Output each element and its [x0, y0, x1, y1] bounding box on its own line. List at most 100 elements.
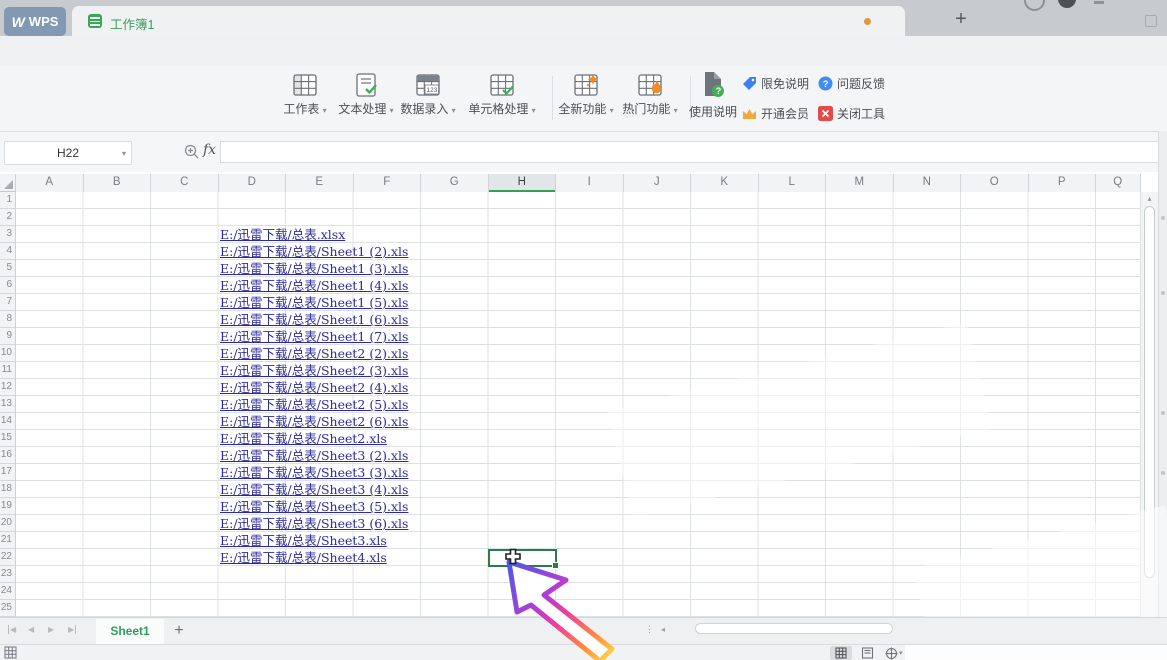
usage-guide-button[interactable]: ? 使用说明	[684, 71, 742, 121]
cell-link-row-10[interactable]: E:/迅雷下载/总表/Sheet2 (2).xls	[220, 345, 408, 362]
column-header-C[interactable]: C	[151, 174, 219, 192]
row-header-1[interactable]: 1	[0, 192, 15, 209]
cell-link-row-19[interactable]: E:/迅雷下载/总表/Sheet3 (5).xls	[220, 498, 408, 515]
column-header-L[interactable]: L	[759, 174, 827, 192]
cell-link-row-20[interactable]: E:/迅雷下载/总表/Sheet3 (6).xls	[220, 515, 408, 532]
row-header-22[interactable]: 22	[0, 549, 15, 566]
cell-link-row-7[interactable]: E:/迅雷下载/总表/Sheet1 (5).xls	[220, 294, 408, 311]
cell-link-row-12[interactable]: E:/迅雷下载/总表/Sheet2 (4).xls	[220, 379, 408, 396]
normal-view-button[interactable]	[830, 646, 852, 660]
cell-link-row-17[interactable]: E:/迅雷下载/总表/Sheet3 (3).xls	[220, 464, 408, 481]
row-header-9[interactable]: 9	[0, 328, 15, 345]
row-header-19[interactable]: 19	[0, 498, 15, 515]
column-header-M[interactable]: M	[826, 174, 894, 192]
last-sheet-icon[interactable]: ▶	[68, 625, 76, 634]
horizontal-scrollbar[interactable]	[680, 623, 895, 634]
column-header-P[interactable]: P	[1029, 174, 1097, 192]
ribbon-data-entry-button[interactable]: 123 数据录入 ▾	[391, 69, 465, 127]
scroll-up-icon[interactable]: ▴	[1141, 194, 1158, 203]
prev-sheet-icon[interactable]: ◀	[28, 625, 34, 634]
row-header-5[interactable]: 5	[0, 260, 15, 277]
column-header-Q[interactable]: Q	[1096, 174, 1141, 192]
formula-input[interactable]	[220, 141, 1161, 163]
ribbon-cell-processing-button[interactable]: 单元格处理 ▾	[459, 69, 545, 127]
cell-link-row-14[interactable]: E:/迅雷下载/总表/Sheet2 (6).xls	[220, 413, 408, 430]
cell-link-row-8[interactable]: E:/迅雷下载/总表/Sheet1 (6).xls	[220, 311, 408, 328]
name-box[interactable]: H22 ▾	[4, 141, 132, 165]
cell-link-row-21[interactable]: E:/迅雷下载/总表/Sheet3.xls	[220, 532, 387, 549]
view-options-caret-icon[interactable]: ▾	[899, 649, 903, 657]
partial-maximize-icon[interactable]	[1145, 15, 1157, 27]
cell-link-row-11[interactable]: E:/迅雷下载/总表/Sheet2 (3).xls	[220, 362, 408, 379]
column-header-H[interactable]: H	[489, 174, 557, 192]
cell-link-row-22[interactable]: E:/迅雷下载/总表/Sheet4.xls	[220, 549, 387, 566]
close-tool-button[interactable]: 关闭工具	[818, 105, 885, 122]
row-header-24[interactable]: 24	[0, 583, 15, 600]
row-header-25[interactable]: 25	[0, 600, 15, 617]
sheet-tab-sheet1[interactable]: Sheet1	[96, 619, 164, 644]
cell-link-row-5[interactable]: E:/迅雷下载/总表/Sheet1 (3).xls	[220, 260, 408, 277]
vertical-scroll-thumb[interactable]	[1144, 206, 1155, 578]
row-header-18[interactable]: 18	[0, 481, 15, 498]
column-header-N[interactable]: N	[894, 174, 962, 192]
first-sheet-icon[interactable]: ◀	[8, 625, 16, 634]
name-box-caret-icon[interactable]: ▾	[122, 149, 126, 158]
column-header-K[interactable]: K	[691, 174, 759, 192]
select-all-corner[interactable]	[0, 174, 16, 192]
page-layout-view-button[interactable]	[856, 646, 878, 660]
row-header-10[interactable]: 10	[0, 345, 15, 362]
row-header-3[interactable]: 3	[0, 226, 15, 243]
row-header-7[interactable]: 7	[0, 294, 15, 311]
horizontal-scroll-thumb[interactable]	[695, 623, 893, 634]
fx-label[interactable]: fx	[203, 142, 216, 158]
row-header-8[interactable]: 8	[0, 311, 15, 328]
row-header-23[interactable]: 23	[0, 566, 15, 583]
vertical-scrollbar[interactable]: ▴	[1140, 192, 1158, 617]
splitter-handle-icon[interactable]: ⋮	[645, 624, 654, 635]
cell-link-row-6[interactable]: E:/迅雷下载/总表/Sheet1 (4).xls	[220, 277, 408, 294]
cell-link-row-4[interactable]: E:/迅雷下载/总表/Sheet1 (2).xls	[220, 243, 408, 260]
row-header-12[interactable]: 12	[0, 379, 15, 396]
column-header-G[interactable]: G	[421, 174, 489, 192]
limited-free-info-button[interactable]: 限免说明	[742, 75, 809, 92]
row-header-13[interactable]: 13	[0, 396, 15, 413]
feedback-button[interactable]: ? 问题反馈	[818, 75, 885, 92]
row-header-6[interactable]: 6	[0, 277, 15, 294]
column-header-J[interactable]: J	[624, 174, 692, 192]
document-tab[interactable]: 工作簿1	[72, 6, 905, 36]
cell-link-row-18[interactable]: E:/迅雷下载/总表/Sheet3 (4).xls	[220, 481, 408, 498]
row-header-17[interactable]: 17	[0, 464, 15, 481]
insert-function-icon[interactable]	[184, 144, 200, 160]
column-header-F[interactable]: F	[354, 174, 422, 192]
new-tab-button[interactable]: +	[948, 7, 974, 31]
add-sheet-button[interactable]: +	[168, 620, 190, 642]
ribbon-hot-features-button[interactable]: 热门功能 ▾	[613, 69, 687, 127]
cell-link-row-13[interactable]: E:/迅雷下载/总表/Sheet2 (5).xls	[220, 396, 408, 413]
row-header-14[interactable]: 14	[0, 413, 15, 430]
row-header-4[interactable]: 4	[0, 243, 15, 260]
cell-link-row-3[interactable]: E:/迅雷下载/总表.xlsx	[220, 226, 345, 243]
upgrade-membership-button[interactable]: 开通会员	[742, 105, 809, 122]
row-header-16[interactable]: 16	[0, 447, 15, 464]
row-header-2[interactable]: 2	[0, 209, 15, 226]
fill-handle[interactable]	[552, 562, 559, 569]
row-header-15[interactable]: 15	[0, 430, 15, 447]
wps-home-button[interactable]: W WPS	[4, 7, 66, 36]
row-header-11[interactable]: 11	[0, 362, 15, 379]
column-header-O[interactable]: O	[961, 174, 1029, 192]
grid-body[interactable]	[16, 192, 1140, 617]
cell-link-row-9[interactable]: E:/迅雷下载/总表/Sheet1 (7).xls	[220, 328, 408, 345]
row-header-21[interactable]: 21	[0, 532, 15, 549]
row-header-20[interactable]: 20	[0, 515, 15, 532]
ribbon-worksheet-button[interactable]: 工作表 ▾	[274, 69, 336, 127]
column-header-E[interactable]: E	[286, 174, 354, 192]
cell-link-row-15[interactable]: E:/迅雷下载/总表/Sheet2.xls	[220, 430, 387, 447]
ribbon-new-features-button[interactable]: 全新功能 ▾	[549, 69, 623, 127]
next-sheet-icon[interactable]: ▶	[48, 625, 54, 634]
hscroll-left-icon[interactable]: ◂	[661, 625, 665, 634]
column-header-D[interactable]: D	[219, 174, 287, 192]
column-header-B[interactable]: B	[84, 174, 152, 192]
column-header-A[interactable]: A	[16, 174, 84, 192]
column-header-I[interactable]: I	[556, 174, 624, 192]
cell-link-row-16[interactable]: E:/迅雷下载/总表/Sheet3 (2).xls	[220, 447, 408, 464]
